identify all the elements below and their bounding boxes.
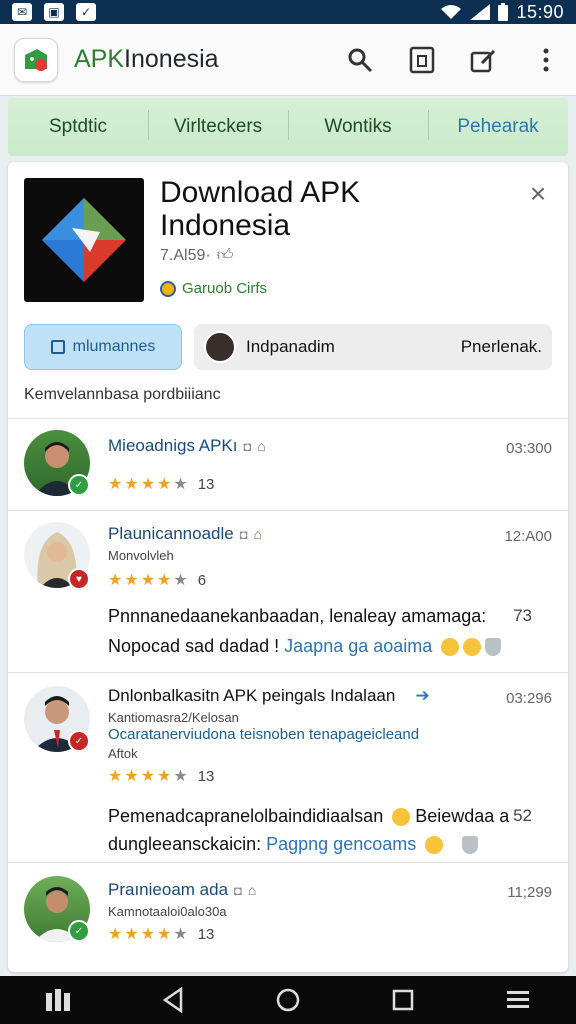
recent-apps-button[interactable] (38, 980, 78, 1020)
home-button[interactable] (268, 980, 308, 1020)
home-icon: ⌂ (253, 526, 263, 542)
review-text: Pnnnanedaanekanbaadan, lenaleay amamaga:… (108, 606, 532, 626)
moon-emoji-icon (463, 638, 482, 657)
search-button[interactable] (344, 44, 376, 76)
bookmark-box-icon (409, 46, 435, 73)
edit-button[interactable] (468, 44, 500, 76)
signal-icon (470, 4, 491, 20)
reviewer-subtitle: Kantiomasra2/Kelosan (108, 710, 239, 725)
category-tabs: Sptdtic Virlteckers Wontiks Pehearak (8, 98, 568, 156)
app-header: Download APK Indonesia 7.Al59· 👍︎ Garuob… (24, 176, 552, 306)
badge-icon: ✓ (68, 730, 90, 752)
filter-row: mlumannes Indpanadim Pnerlenak. (24, 324, 552, 370)
star-rating: ★ ★ ★ ★ ★ 13 (108, 925, 215, 944)
badge-icon: ♥ (68, 568, 90, 590)
camera-icon: ◘ (243, 438, 252, 454)
camera-icon: ◘ (239, 526, 248, 542)
section-label: Kemvelannbasa pordbiiianc (24, 386, 221, 403)
app-icon[interactable] (24, 178, 144, 302)
shield-icon: ✓ (76, 3, 96, 21)
divider (8, 510, 568, 511)
square-icon (50, 340, 65, 354)
overflow-menu-button[interactable] (530, 44, 562, 76)
app-logo-icon (42, 198, 126, 282)
battery-icon (498, 3, 509, 21)
review-time: 03:300 (506, 440, 552, 457)
camera-icon: ◘ (234, 882, 242, 898)
close-button[interactable]: × (524, 180, 552, 208)
divider (8, 862, 568, 863)
close-icon: × (529, 178, 547, 209)
review-time: 12:A00 (504, 528, 552, 545)
status-bar: ✉ ▣ ✓ 15:90 (0, 0, 576, 24)
tab-2[interactable]: Virlteckers (148, 110, 288, 140)
app-logo[interactable] (14, 37, 58, 82)
menu-icon (507, 991, 530, 1008)
developer-icon (160, 280, 176, 297)
review-text: Nopocad sad dadad ! Jaapna ga aoaima (108, 636, 548, 657)
system-nav-bar (0, 976, 576, 1024)
divider (8, 418, 568, 419)
avatar (204, 331, 236, 363)
review-link[interactable]: Pagpng gencoams (266, 834, 416, 854)
smile-emoji-icon (441, 638, 460, 657)
app-detail-card: Download APK Indonesia 7.Al59· 👍︎ Garuob… (8, 162, 568, 972)
reviewer-name: Praınieoam ada ◘ ⌂ (108, 880, 257, 899)
android-logo-icon (25, 48, 47, 71)
home-circle-icon (276, 988, 300, 1012)
back-icon (162, 987, 183, 1013)
overview-button[interactable] (383, 980, 423, 1020)
reviewer-name: Dnlonbalkasitn APK peingals Indalaan ➔ (108, 686, 430, 706)
review-link[interactable]: Jaapna ga aoaima (284, 636, 432, 656)
app-name: Download APK Indonesia (160, 176, 361, 242)
filter-chip-user[interactable]: Indpanadim Pnerlenak. (194, 324, 552, 370)
image-icon: ▣ (44, 3, 64, 21)
home-icon: ⌂ (257, 438, 266, 454)
star-rating: ★ ★ ★ ★ ★ 6 (108, 571, 207, 590)
more-vert-icon (543, 48, 549, 71)
reviewer-extra: Aftok (108, 746, 138, 761)
app-developer[interactable]: Garuob Cirfs (160, 280, 267, 297)
square-icon (392, 989, 414, 1011)
reviewer-subtitle: Kamnotaaloi0alo30a (108, 904, 227, 919)
smile-emoji-icon (392, 808, 411, 827)
tab-4[interactable]: Pehearak (428, 110, 568, 140)
back-button[interactable] (153, 980, 193, 1020)
filter-chip-primary[interactable]: mlumannes (24, 324, 182, 370)
search-icon (348, 48, 373, 72)
review-text: Pemenadcapranelolbaindidiaalsan Beiewdaa… (108, 806, 532, 827)
clock: 15:90 (516, 1, 564, 22)
divider (8, 672, 568, 673)
edit-icon (470, 49, 496, 72)
review-text: dungleeansckaicin: Pagpng gencoams (108, 834, 548, 855)
home-icon: ⌂ (247, 882, 257, 898)
heart-shield-icon (485, 638, 502, 657)
notification-icon: ✉ (12, 3, 32, 21)
app-meta: 7.Al59· 👍︎ (160, 246, 234, 265)
star-rating: ★ ★ ★ ★ ★ 13 (108, 475, 215, 494)
app-title: APKInonesia (74, 45, 219, 73)
thumbs-up-icon: 👍︎ (216, 247, 234, 264)
reviewer-subtitle: Monvolvleh (108, 548, 174, 563)
verified-badge-icon: ✓ (68, 920, 90, 942)
smile-emoji-icon (425, 836, 444, 855)
arrow-right-icon[interactable]: ➔ (415, 686, 429, 706)
wifi-icon (441, 5, 462, 19)
apps-icon (45, 989, 70, 1011)
tab-1[interactable]: Sptdtic (8, 116, 148, 138)
review-time: 03:296 (506, 690, 552, 707)
reviewer-tagline: Ocaratanerviudona teisnoben tenapageicle… (108, 726, 420, 743)
reviewer-name: Plaunicannoadle ◘ ⌂ (108, 524, 263, 543)
menu-button[interactable] (498, 980, 538, 1020)
star-rating: ★ ★ ★ ★ ★ 13 (108, 767, 215, 786)
library-button[interactable] (406, 44, 438, 76)
review-time: 11;299 (507, 884, 552, 901)
reviewer-name: Mieoadnigs APKı ◘ ⌂ (108, 436, 266, 455)
tab-3[interactable]: Wontiks (288, 110, 428, 140)
app-bar: APKInonesia (0, 24, 576, 96)
heart-shield-icon (462, 836, 479, 855)
verified-badge-icon: ✓ (68, 474, 90, 496)
